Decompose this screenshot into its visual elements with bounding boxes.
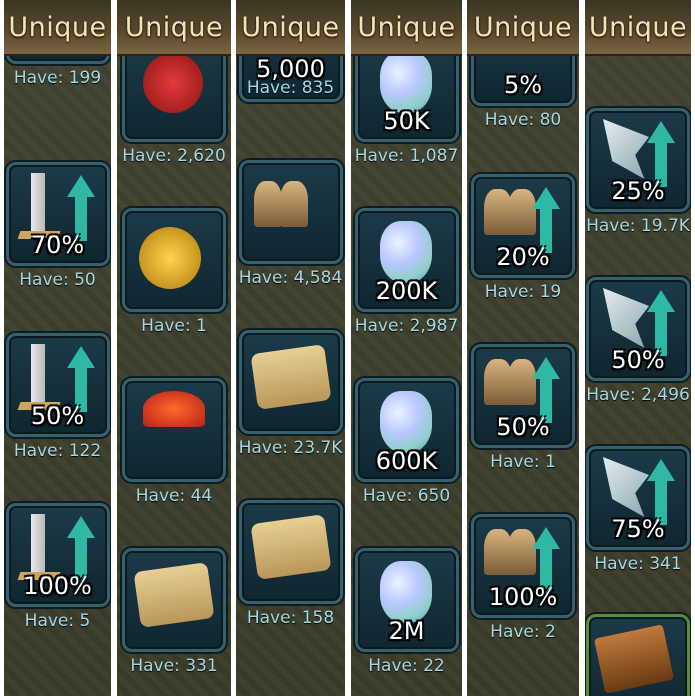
item-value: 100%: [23, 572, 92, 600]
arrow-up-icon: [532, 527, 560, 549]
item-slot[interactable]: 20% Have: 19: [467, 174, 579, 302]
item-slot[interactable]: 600K Have: 650: [351, 378, 462, 506]
item-slot[interactable]: 70% Have: 50: [4, 162, 111, 290]
item-slot[interactable]: 50% Have: 122: [4, 333, 111, 461]
map-question-icon: [249, 344, 332, 410]
have-count: Have: 50: [19, 270, 96, 290]
item-value: 70%: [30, 231, 85, 259]
arrow-up-icon: [66, 516, 95, 538]
arrow-up-icon: [66, 175, 95, 197]
have-count: Have: 1: [490, 452, 556, 472]
column-header: Unique: [4, 0, 111, 56]
item-value: 50%: [496, 413, 550, 441]
have-count: Have: 1: [141, 316, 207, 336]
gem-icon: [379, 561, 432, 623]
have-count: Have: 122: [13, 441, 102, 461]
arrow-up-icon: [66, 346, 95, 368]
arrow-up-icon: [647, 459, 675, 481]
have-count: Have: 199: [13, 68, 102, 88]
wing-icon: [603, 288, 649, 348]
column-header: Unique: [467, 0, 579, 56]
book-icon: [593, 624, 675, 694]
wing-icon: [603, 119, 649, 179]
column-1: Unique 7d Have: 199 70% Have: 50 50% Hav…: [4, 0, 111, 696]
item-slot[interactable]: 2M Have: 22: [351, 548, 462, 676]
item-value: 25%: [611, 177, 665, 205]
item-slot[interactable]: Have: 331: [117, 548, 231, 676]
gem-icon: [379, 51, 432, 113]
column-3: Unique 5,000 Have: 835 Have: 4,584 Have:…: [236, 0, 345, 696]
have-count: Have: 158: [246, 608, 335, 628]
item-value: 75%: [611, 515, 665, 543]
item-slot[interactable]: Have: 44: [117, 378, 231, 506]
sword-icon: [30, 173, 45, 237]
arrow-up-icon: [647, 121, 675, 143]
have-count: Have: 331: [130, 656, 218, 676]
have-count: Have: 650: [362, 486, 451, 506]
item-slot[interactable]: 200K Have: 2,987: [351, 208, 462, 336]
column-6: Unique 25% Have: 19.7K 50% Have: 2,496 7…: [585, 0, 691, 696]
wax-seal-icon: [143, 53, 203, 113]
item-value: 50K: [383, 107, 430, 135]
item-slot[interactable]: 50K Have: 1,087: [351, 38, 462, 166]
have-count: Have: 2,987: [354, 316, 459, 336]
column-header: Unique: [236, 0, 345, 56]
have-count: Have: 2,620: [122, 146, 226, 166]
have-count: Have: 80: [484, 110, 562, 130]
have-count: Have: 2: [490, 622, 556, 642]
have-count: Have: 5: [24, 611, 91, 631]
have-count: Have: 19.7K: [586, 216, 690, 236]
column-4: Unique 50K Have: 1,087 200K Have: 2,987 …: [351, 0, 462, 696]
arrow-up-icon: [532, 187, 560, 209]
arrow-up-icon: [647, 290, 675, 312]
item-value: 600K: [375, 447, 438, 475]
item-value: 2M: [388, 617, 425, 645]
item-slot[interactable]: Have: 4,584: [236, 160, 345, 288]
column-5: Unique 5% Have: 80 20% Have: 19 50% Have…: [467, 0, 579, 696]
have-count: Have: 19: [484, 282, 562, 302]
column-header: Unique: [351, 0, 462, 56]
item-slot[interactable]: Have: 1: [117, 208, 231, 336]
have-count: Have: 835: [246, 78, 335, 98]
item-slot[interactable]: Have: 23.7K: [236, 330, 345, 458]
item-slot[interactable]: Have: 2,620: [117, 38, 231, 166]
sword-icon: [30, 514, 45, 578]
column-header: Unique: [117, 0, 231, 56]
column-2: Unique Have: 2,620 Have: 1 Have: 44 Have…: [117, 0, 231, 696]
map-scroll-icon: [249, 514, 332, 580]
item-slot[interactable]: 25% Have: 19.7K: [585, 108, 691, 236]
item-slot[interactable]: 100% Have: 2: [467, 514, 579, 642]
item-slot[interactable]: 100% Have: 5: [4, 503, 111, 631]
item-slot[interactable]: 75% Have: 341: [585, 446, 691, 574]
have-count: Have: 341: [594, 554, 682, 574]
sword-icon: [30, 344, 45, 408]
item-slot[interactable]: Have: 158: [236, 500, 345, 628]
item-value: 5%: [503, 71, 543, 99]
have-count: Have: 22: [368, 656, 445, 676]
have-count: Have: 44: [135, 486, 213, 506]
item-value: 50%: [611, 346, 665, 374]
have-count: Have: 23.7K: [238, 438, 343, 458]
wing-icon: [603, 457, 649, 517]
item-slot[interactable]: [585, 614, 691, 696]
item-value: 50%: [30, 402, 85, 430]
item-slot[interactable]: 50% Have: 1: [467, 344, 579, 472]
helmet-icon: [253, 181, 282, 227]
gem-icon: [379, 221, 432, 283]
item-slot[interactable]: 50% Have: 2,496: [585, 277, 691, 405]
have-count: Have: 2,496: [586, 385, 690, 405]
gold-stamp-icon: [139, 227, 201, 289]
arrow-up-icon: [532, 357, 560, 379]
have-count: Have: 1,087: [354, 146, 459, 166]
mushroom-icon: [143, 391, 205, 427]
column-header: Unique: [585, 0, 691, 56]
gem-icon: [379, 391, 432, 453]
item-value: 200K: [375, 277, 438, 305]
item-value: 20%: [496, 243, 550, 271]
have-count: Have: 4,584: [238, 268, 343, 288]
magic-scroll-icon: [133, 562, 215, 628]
item-value: 100%: [488, 583, 558, 611]
